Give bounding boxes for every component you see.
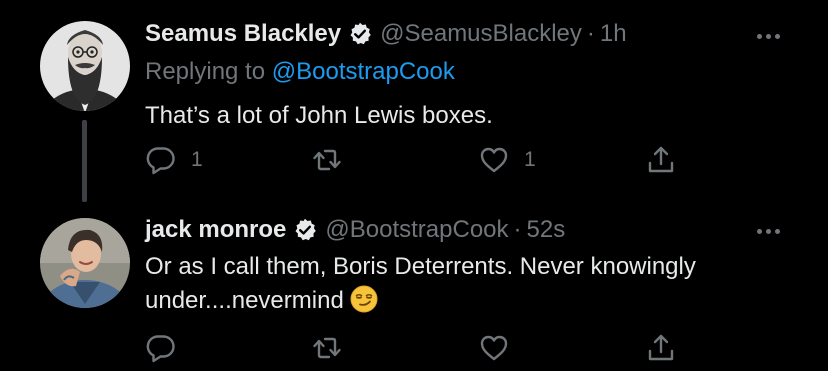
avatar[interactable]: [40, 218, 130, 308]
reply-button[interactable]: 1: [145, 143, 203, 177]
share-button[interactable]: [645, 331, 677, 365]
user-handle[interactable]: @SeamusBlackley: [380, 20, 582, 48]
heart-icon: [480, 335, 508, 361]
bearded-man-portrait-icon: [40, 21, 130, 111]
verified-badge-icon: [348, 22, 372, 46]
display-name[interactable]: jack monroe: [145, 216, 286, 244]
like-count: 1: [524, 148, 536, 171]
retweet-icon: [313, 337, 341, 359]
separator-dot: ·: [513, 216, 522, 243]
retweet-icon: [313, 149, 341, 171]
heart-icon: [480, 147, 508, 173]
more-options-icon[interactable]: [757, 34, 780, 39]
tweet-actions: [145, 331, 705, 365]
tweet-timestamp[interactable]: 52s: [527, 216, 566, 244]
verified-badge-icon: [293, 218, 317, 242]
share-icon: [648, 146, 674, 173]
smirking-face-emoji-icon: [350, 285, 378, 313]
like-button[interactable]: 1: [478, 143, 536, 177]
display-name[interactable]: Seamus Blackley: [145, 20, 341, 48]
tweet-timestamp[interactable]: 1h: [600, 20, 627, 48]
thread-connector-line: [82, 120, 87, 202]
avatar[interactable]: [40, 21, 130, 111]
reply-icon: [146, 335, 175, 363]
tweet-text: That’s a lot of John Lewis boxes.: [145, 102, 493, 129]
reply-icon: [146, 147, 175, 175]
reply-button[interactable]: [145, 331, 191, 365]
tweet-header: jack monroe @BootstrapCook · 52s: [145, 215, 565, 245]
replying-to: Replying to @BootstrapCook: [145, 58, 455, 86]
tweet[interactable]: jack monroe @BootstrapCook · 52s Or as I…: [0, 200, 828, 371]
replying-to-handle-link[interactable]: @BootstrapCook: [272, 58, 455, 85]
tweet-header: Seamus Blackley @SeamusBlackley · 1h: [145, 19, 627, 49]
tweet-text: Or as I call them, Boris Deterrents. Nev…: [145, 250, 785, 318]
tweet-actions: 1 1: [145, 143, 705, 177]
replying-to-label: Replying to: [145, 58, 266, 85]
retweet-button[interactable]: [311, 143, 357, 177]
separator-dot: ·: [586, 20, 595, 47]
tweet[interactable]: Seamus Blackley @SeamusBlackley · 1h Rep…: [0, 0, 828, 202]
share-icon: [648, 334, 674, 361]
share-button[interactable]: [645, 143, 677, 177]
like-button[interactable]: [478, 331, 524, 365]
reply-count: 1: [191, 148, 203, 171]
retweet-button[interactable]: [311, 331, 357, 365]
tweet-text-content: Or as I call them, Boris Deterrents. Nev…: [145, 253, 696, 314]
person-denim-jacket-portrait-icon: [40, 218, 130, 308]
more-options-icon[interactable]: [757, 229, 780, 234]
user-handle[interactable]: @BootstrapCook: [325, 216, 508, 244]
